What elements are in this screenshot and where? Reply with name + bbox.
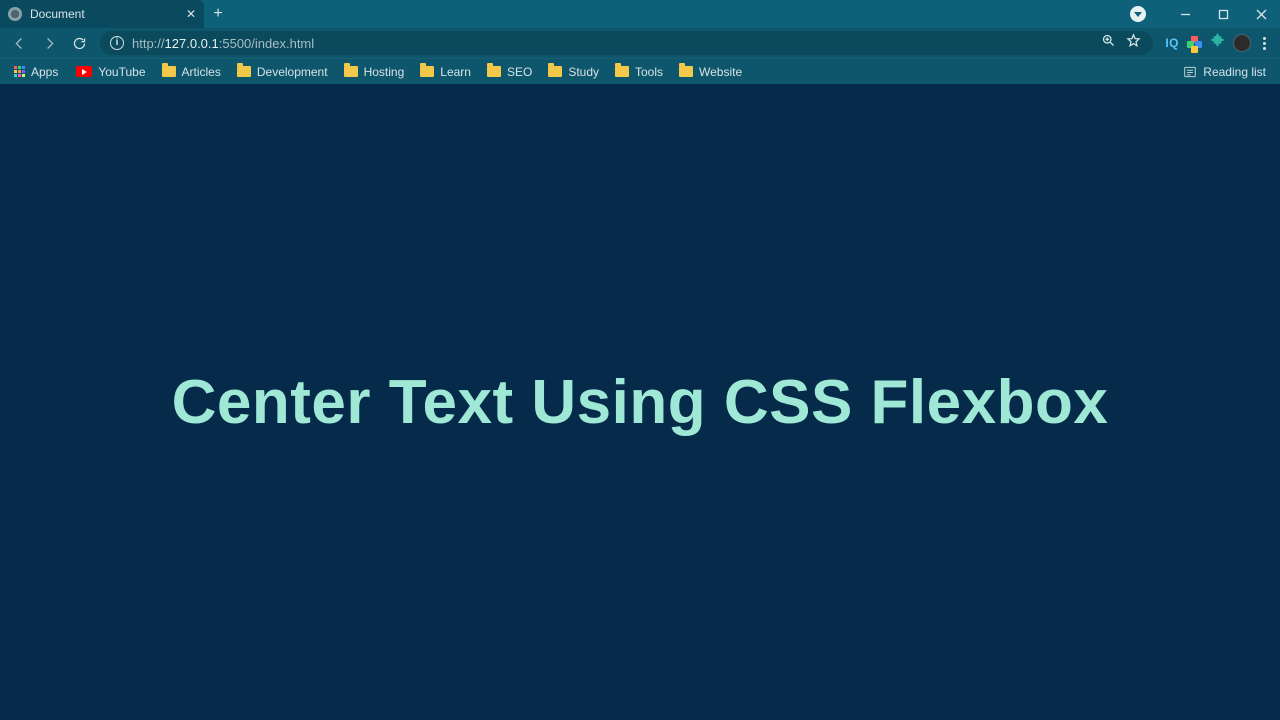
bookmark-item[interactable]: SEO <box>479 63 540 81</box>
bookmark-item[interactable]: Articles <box>154 63 229 81</box>
profile-avatar[interactable] <box>1233 34 1251 52</box>
zoom-icon[interactable] <box>1101 33 1116 53</box>
globe-icon <box>8 7 22 21</box>
minimize-button[interactable] <box>1166 0 1204 28</box>
bookmark-label: YouTube <box>98 65 145 79</box>
folder-icon <box>344 66 358 77</box>
bookmark-item[interactable]: Hosting <box>336 63 413 81</box>
reading-list-icon <box>1183 65 1197 79</box>
folder-icon <box>615 66 629 77</box>
maximize-button[interactable] <box>1204 0 1242 28</box>
reading-list-button[interactable]: Reading list <box>1177 63 1272 81</box>
bookmark-label: Development <box>257 65 328 79</box>
page-heading: Center Text Using CSS Flexbox <box>172 367 1109 438</box>
bookmark-item[interactable]: Development <box>229 63 336 81</box>
address-bar[interactable]: i http://127.0.0.1:5500/index.html <box>100 31 1153 55</box>
bookmark-label: Articles <box>182 65 221 79</box>
color-extension-icon[interactable] <box>1187 36 1202 51</box>
bookmark-label: Learn <box>440 65 471 79</box>
bookmark-item[interactable]: Tools <box>607 63 671 81</box>
bookmark-item[interactable]: Website <box>671 63 750 81</box>
url-text: http://127.0.0.1:5500/index.html <box>132 36 314 51</box>
reading-list-label: Reading list <box>1203 65 1266 79</box>
iq-extension-icon[interactable]: IQ <box>1165 36 1179 50</box>
page-content: Center Text Using CSS Flexbox <box>0 84 1280 720</box>
bookmark-label: Tools <box>635 65 663 79</box>
account-icon[interactable] <box>1130 6 1146 22</box>
window-titlebar: Document ✕ + <box>0 0 1280 28</box>
folder-icon <box>237 66 251 77</box>
window-controls <box>1130 0 1280 28</box>
bookmark-item[interactable]: YouTube <box>68 63 153 81</box>
apps-grid-icon <box>14 66 25 77</box>
browser-toolbar: i http://127.0.0.1:5500/index.html IQ <box>0 28 1280 58</box>
extensions-icon[interactable] <box>1210 33 1225 53</box>
bookmark-item[interactable]: Learn <box>412 63 479 81</box>
bookmark-star-icon[interactable] <box>1126 33 1141 53</box>
apps-label: Apps <box>31 65 58 79</box>
browser-menu-button[interactable] <box>1259 37 1270 50</box>
apps-button[interactable]: Apps <box>8 63 64 81</box>
forward-button[interactable] <box>36 30 62 56</box>
folder-icon <box>487 66 501 77</box>
back-button[interactable] <box>6 30 32 56</box>
folder-icon <box>162 66 176 77</box>
browser-tab[interactable]: Document ✕ <box>0 0 204 28</box>
bookmark-label: Hosting <box>364 65 405 79</box>
tab-title: Document <box>30 7 178 21</box>
bookmark-label: Study <box>568 65 599 79</box>
site-info-icon[interactable]: i <box>110 36 124 50</box>
bookmarks-bar: Apps YouTube Articles Development Hosting Le… <box>0 58 1280 84</box>
youtube-icon <box>76 66 92 77</box>
bookmark-item[interactable]: Study <box>540 63 607 81</box>
close-window-button[interactable] <box>1242 0 1280 28</box>
close-tab-button[interactable]: ✕ <box>186 7 196 21</box>
bookmark-label: SEO <box>507 65 532 79</box>
new-tab-button[interactable]: + <box>204 0 232 28</box>
reload-button[interactable] <box>66 30 92 56</box>
folder-icon <box>420 66 434 77</box>
bookmark-label: Website <box>699 65 742 79</box>
folder-icon <box>679 66 693 77</box>
folder-icon <box>548 66 562 77</box>
